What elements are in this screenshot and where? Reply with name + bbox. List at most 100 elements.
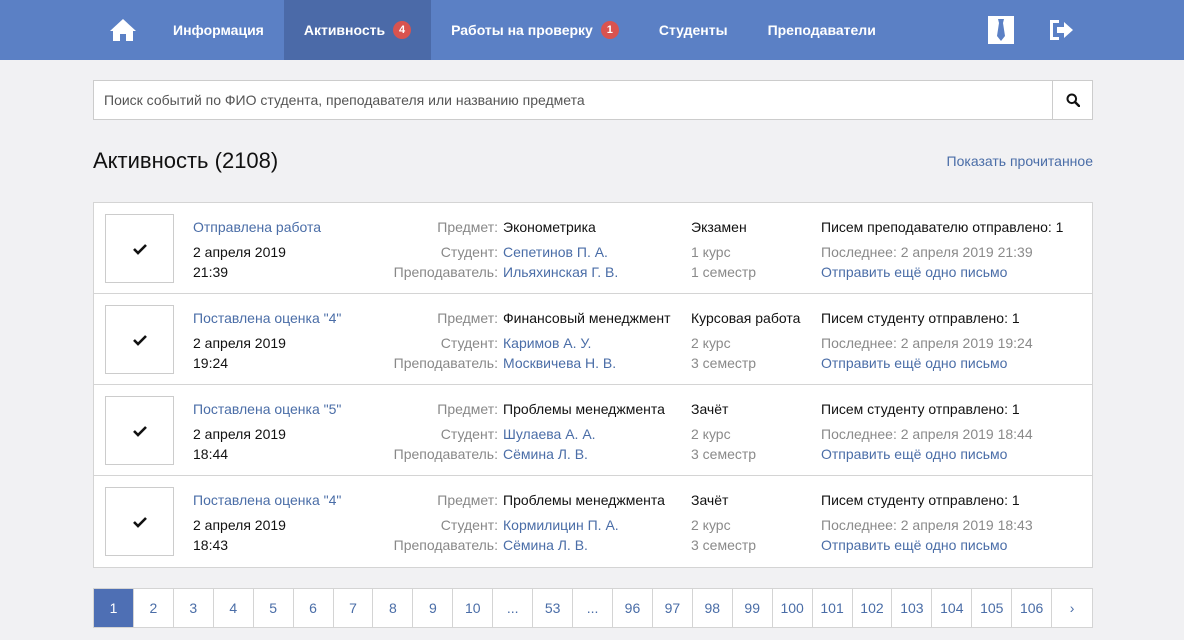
event-row: Поставлена оценка "5" 2 апреля 2019 18:4… bbox=[94, 385, 1092, 476]
page-button[interactable]: 6 bbox=[294, 589, 334, 627]
send-letter-link[interactable]: Отправить ещё одно письмо bbox=[821, 262, 1091, 282]
pagination: 1 2 3 4 5 6 7 8 9 10... 53... 96 97 98 99 100 101 102 103 1… bbox=[93, 588, 1093, 628]
page-button[interactable]: 96 bbox=[613, 589, 653, 627]
last-letter: Последнее: 2 апреля 2019 18:44 bbox=[821, 426, 1033, 442]
send-letter-link[interactable]: Отправить ещё одно письмо bbox=[821, 444, 1091, 464]
nav-item-teachers[interactable]: Преподаватели bbox=[748, 0, 896, 60]
semester: 3 семестр bbox=[691, 446, 757, 462]
page-button[interactable]: 9 bbox=[413, 589, 454, 627]
send-letter-link[interactable]: Отправить ещё одно письмо bbox=[821, 535, 1091, 555]
student-label: Студент: bbox=[440, 426, 498, 442]
student-label: Студент: bbox=[440, 335, 498, 351]
work-type: Курсовая работа bbox=[691, 310, 801, 326]
page-button[interactable]: 98 bbox=[693, 589, 733, 627]
student-link[interactable]: Каримов А. У. bbox=[503, 333, 693, 353]
search-button[interactable] bbox=[1052, 81, 1092, 119]
last-letter: Последнее: 2 апреля 2019 18:43 bbox=[821, 517, 1033, 533]
send-letter-link[interactable]: Отправить ещё одно письмо bbox=[821, 353, 1091, 373]
page-ellipsis: ... bbox=[493, 589, 534, 627]
page-ellipsis: ... bbox=[573, 589, 613, 627]
page-button[interactable]: 106 bbox=[1012, 589, 1053, 627]
student-label: Студент: bbox=[440, 244, 498, 260]
page-button[interactable]: 5 bbox=[254, 589, 294, 627]
teacher-link[interactable]: Сёмина Л. В. bbox=[503, 535, 693, 555]
teacher-link[interactable]: Москвичева Н. В. bbox=[503, 353, 693, 373]
page-button[interactable]: 53 bbox=[533, 589, 574, 627]
course: 1 курс bbox=[691, 244, 731, 260]
next-page-button[interactable]: › bbox=[1052, 589, 1092, 627]
page-button[interactable]: 102 bbox=[853, 589, 893, 627]
activity-count-badge: 4 bbox=[393, 21, 412, 39]
teacher-link[interactable]: Ильяхинская Г. В. bbox=[503, 262, 693, 282]
search-bar bbox=[93, 80, 1093, 120]
mark-read-checkbox[interactable] bbox=[105, 487, 174, 556]
page-button[interactable]: 2 bbox=[134, 589, 174, 627]
subject-label: Предмет: bbox=[437, 219, 498, 235]
page-button[interactable]: 1 bbox=[94, 589, 134, 627]
page-button[interactable]: 4 bbox=[214, 589, 254, 627]
top-navbar: Информация Активность 4 Работы на проверк… bbox=[0, 0, 1184, 60]
letters-sent: Писем преподавателю отправлено: 1 bbox=[821, 219, 1064, 235]
home-button[interactable] bbox=[93, 0, 153, 60]
last-letter: Последнее: 2 апреля 2019 21:39 bbox=[821, 244, 1033, 260]
last-letter: Последнее: 2 апреля 2019 19:24 bbox=[821, 335, 1033, 351]
tie-icon bbox=[988, 16, 1014, 44]
student-link[interactable]: Кормилицин П. А. bbox=[503, 515, 693, 535]
event-row: Поставлена оценка "4" 2 апреля 2019 19:2… bbox=[94, 294, 1092, 385]
work-type: Зачёт bbox=[691, 401, 729, 417]
work-type: Экзамен bbox=[691, 219, 747, 235]
letters-sent: Писем студенту отправлено: 1 bbox=[821, 310, 1020, 326]
teacher-label: Преподаватель: bbox=[393, 355, 498, 371]
page-button[interactable]: 10 bbox=[453, 589, 494, 627]
page-button[interactable]: 3 bbox=[174, 589, 214, 627]
nav-item-students[interactable]: Студенты bbox=[639, 0, 748, 60]
page-button[interactable]: 101 bbox=[813, 589, 853, 627]
nav-item-activity[interactable]: Активность 4 bbox=[283, 0, 432, 60]
student-link[interactable]: Шулаева А. А. bbox=[503, 424, 693, 444]
event-row: Поставлена оценка "4" 2 апреля 2019 18:4… bbox=[94, 476, 1092, 567]
events-list: Отправлена работа 2 апреля 2019 21:39 Пр… bbox=[93, 202, 1093, 568]
event-row: Отправлена работа 2 апреля 2019 21:39 Пр… bbox=[94, 203, 1092, 294]
semester: 1 семестр bbox=[691, 264, 757, 280]
teacher-label: Преподаватель: bbox=[393, 264, 498, 280]
subject-label: Предмет: bbox=[437, 492, 498, 508]
course: 2 курс bbox=[691, 426, 731, 442]
nav-item-works-review[interactable]: Работы на проверку 1 bbox=[431, 0, 639, 60]
show-read-link[interactable]: Показать прочитанное bbox=[947, 153, 1093, 169]
subject-value: Проблемы менеджмента bbox=[503, 492, 665, 508]
check-icon bbox=[132, 243, 147, 255]
works-count-badge: 1 bbox=[600, 21, 619, 39]
mark-read-checkbox[interactable] bbox=[105, 396, 174, 465]
work-type: Зачёт bbox=[691, 492, 729, 508]
teacher-link[interactable]: Сёмина Л. В. bbox=[503, 444, 693, 464]
page-button[interactable]: 97 bbox=[653, 589, 693, 627]
logout-icon bbox=[1050, 20, 1073, 40]
semester: 3 семестр bbox=[691, 355, 757, 371]
logout-button[interactable] bbox=[1031, 0, 1091, 60]
check-icon bbox=[132, 334, 147, 346]
page-button[interactable]: 99 bbox=[733, 589, 773, 627]
letters-sent: Писем студенту отправлено: 1 bbox=[821, 401, 1020, 417]
mark-read-checkbox[interactable] bbox=[105, 214, 174, 283]
subject-label: Предмет: bbox=[437, 310, 498, 326]
page-button[interactable]: 100 bbox=[773, 589, 813, 627]
letters-sent: Писем студенту отправлено: 1 bbox=[821, 492, 1020, 508]
page-button[interactable]: 8 bbox=[373, 589, 414, 627]
subject-label: Предмет: bbox=[437, 401, 498, 417]
search-icon bbox=[1066, 93, 1080, 107]
page-button[interactable]: 7 bbox=[334, 589, 374, 627]
check-icon bbox=[132, 516, 147, 528]
teacher-label: Преподаватель: bbox=[393, 537, 498, 553]
search-input[interactable] bbox=[94, 81, 1052, 119]
page-button[interactable]: 105 bbox=[972, 589, 1013, 627]
page-button[interactable]: 103 bbox=[892, 589, 933, 627]
subject-value: Эконометрика bbox=[503, 219, 596, 235]
mark-read-checkbox[interactable] bbox=[105, 305, 174, 374]
subject-value: Проблемы менеджмента bbox=[503, 401, 665, 417]
page-title: Активность (2108) bbox=[93, 148, 279, 173]
page-button[interactable]: 104 bbox=[932, 589, 973, 627]
student-link[interactable]: Сепетинов П. А. bbox=[503, 242, 693, 262]
check-icon bbox=[132, 425, 147, 437]
nav-item-info[interactable]: Информация bbox=[153, 0, 284, 60]
role-button[interactable] bbox=[971, 0, 1031, 60]
